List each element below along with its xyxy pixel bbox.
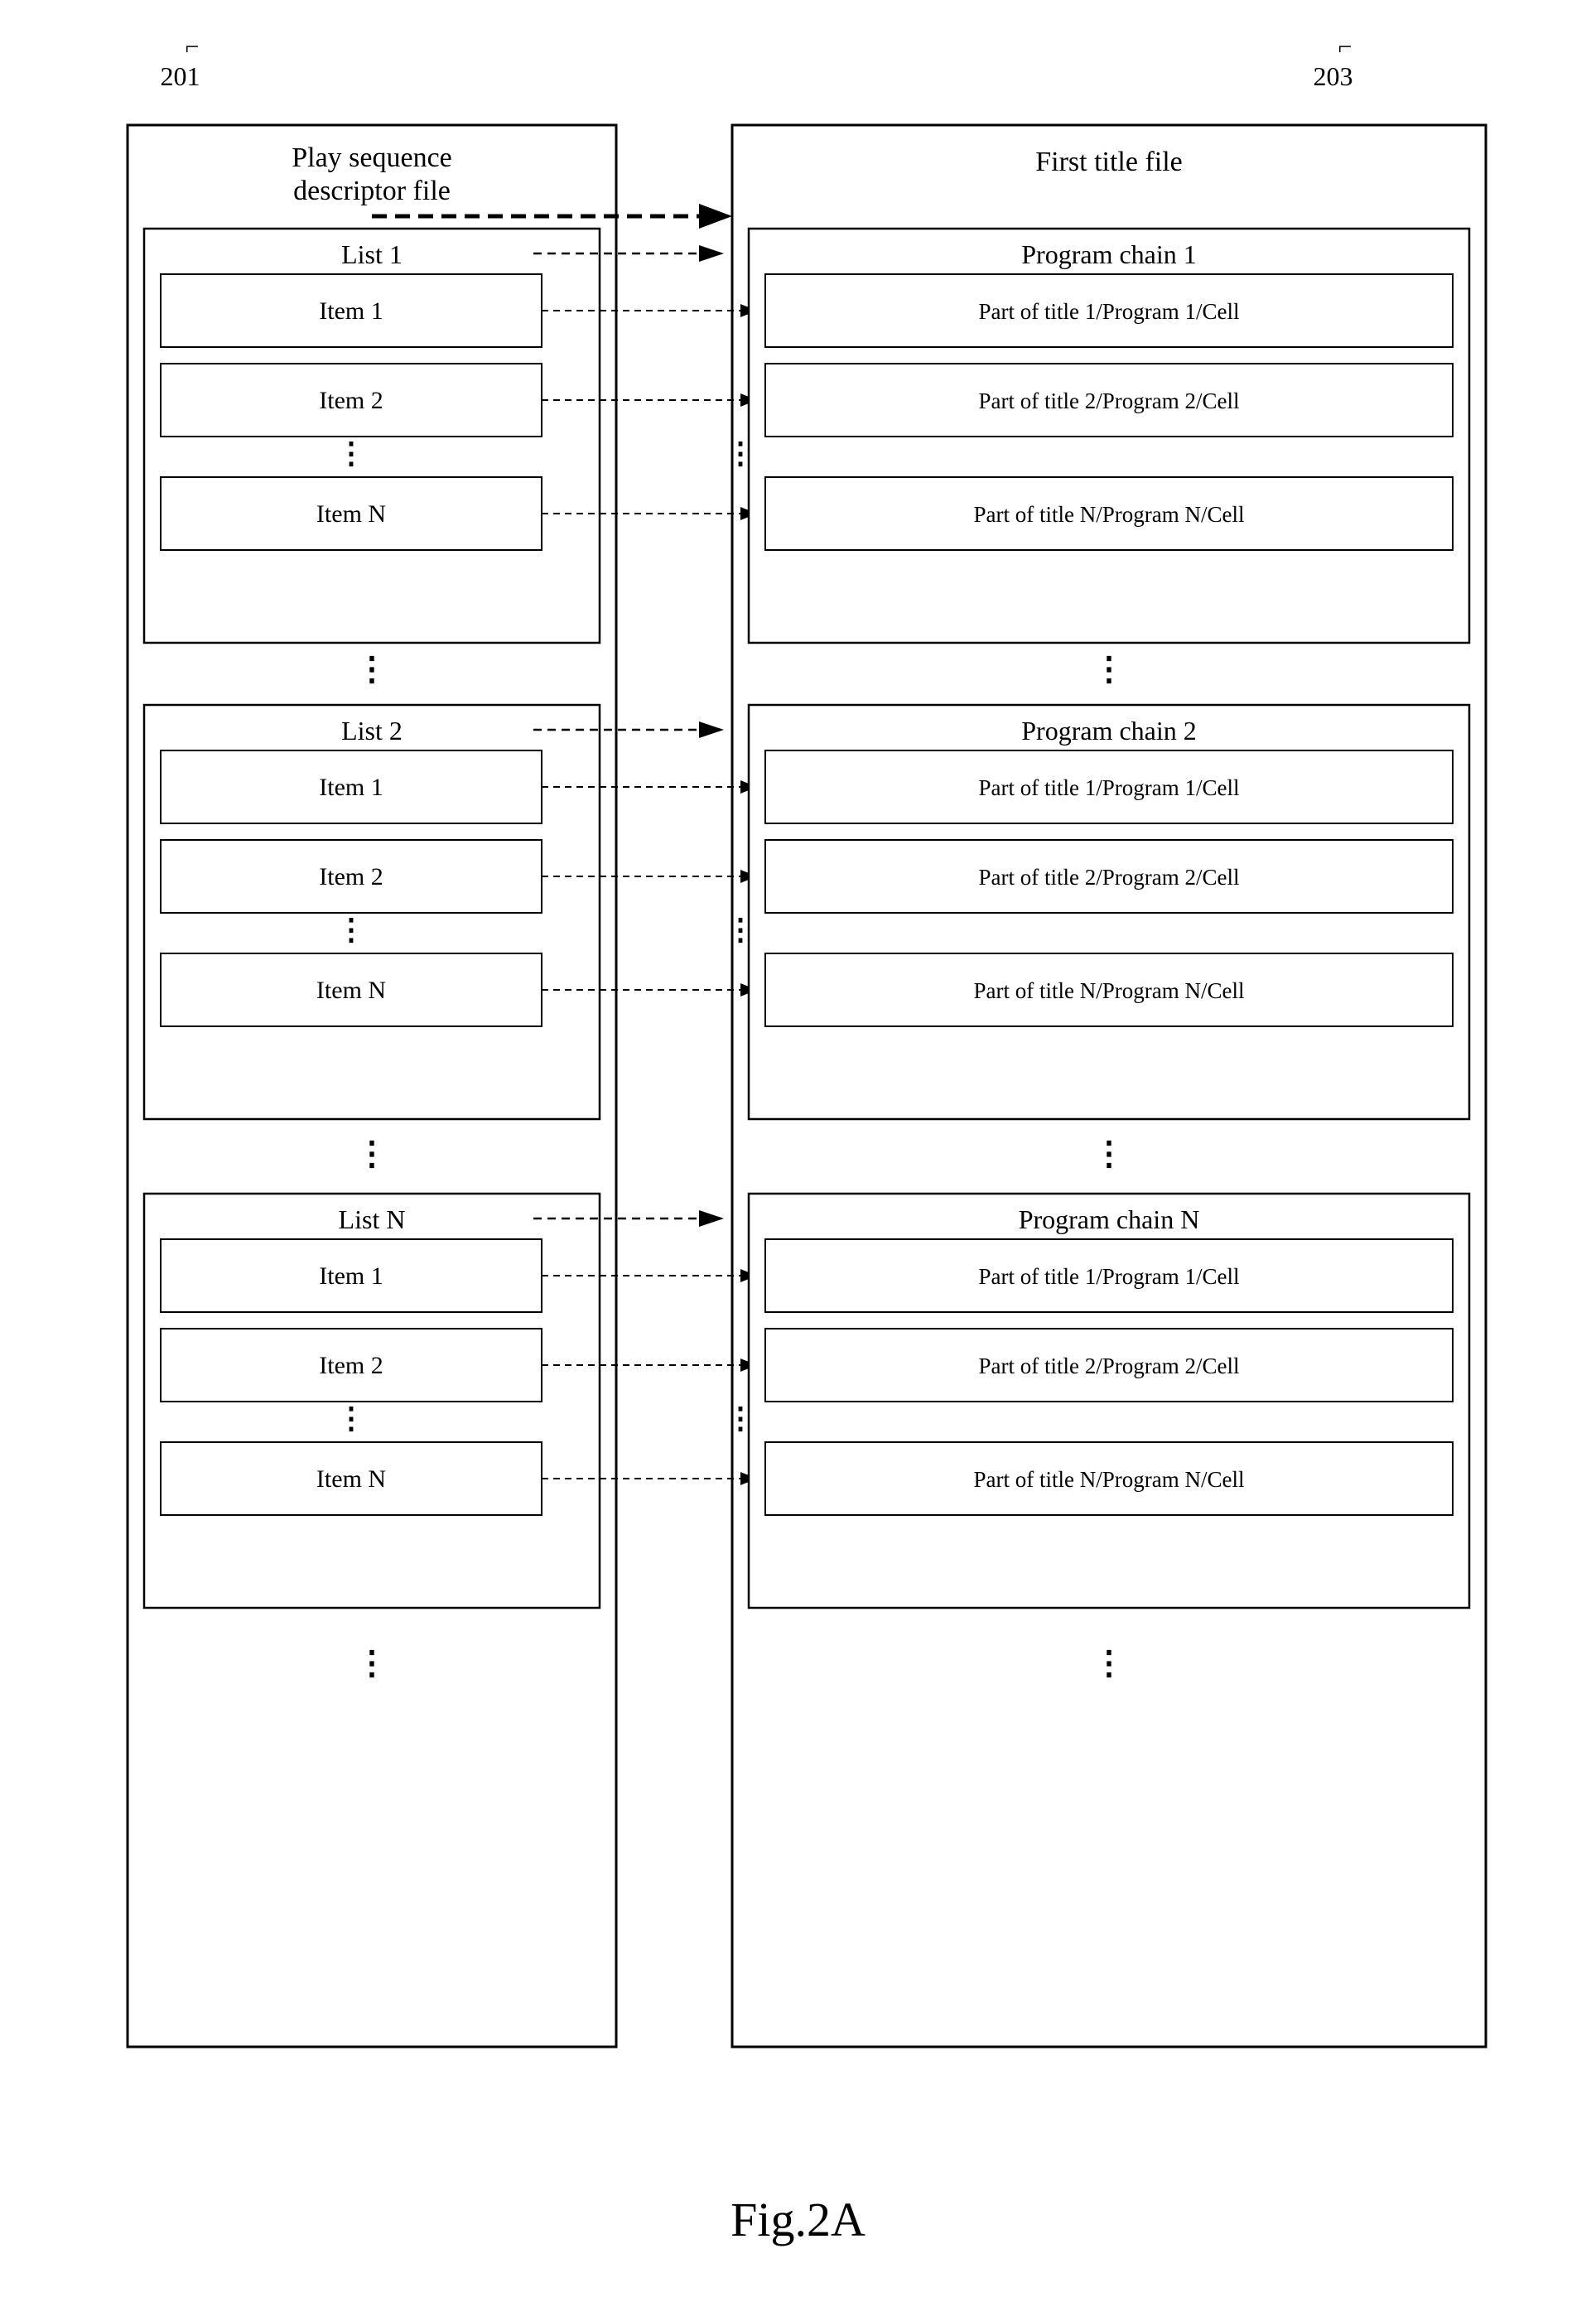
list1-itemN: Item N [316, 500, 385, 528]
pc2-title: Program chain 2 [1021, 716, 1197, 746]
pc2-item1: Part of title 1/Program 1/Cell [978, 775, 1239, 800]
main-diagram-svg: Play sequence descriptor file First titl… [94, 100, 1502, 2155]
ref-203-label: 203 [1314, 61, 1353, 92]
below-pcN-dots: ⋮ [1092, 1644, 1126, 1682]
list2-vdots: ⋮ [336, 913, 366, 946]
between-pc-dots2: ⋮ [1092, 1135, 1126, 1172]
pc1-itemN: Part of title N/Program N/Cell [973, 502, 1244, 527]
pcN-title: Program chain N [1018, 1204, 1199, 1234]
between-lists-dots2: ⋮ [355, 1135, 388, 1172]
list1-vdots: ⋮ [336, 437, 366, 470]
diagram-container: ⌐ 201 ⌐ 203 Play sequence descriptor fil… [94, 33, 1502, 2247]
pcN-itemN: Part of title N/Program N/Cell [973, 1467, 1244, 1492]
listN-vdots: ⋮ [336, 1402, 366, 1435]
listN-title: List N [338, 1204, 405, 1234]
list1-item2: Item 2 [319, 387, 383, 414]
below-listN-dots: ⋮ [355, 1644, 388, 1682]
listN-item2: Item 2 [319, 1352, 383, 1379]
list1-title: List 1 [341, 239, 403, 269]
between-pc-dots1: ⋮ [1092, 650, 1126, 688]
left-box-title-1: Play sequence [292, 142, 452, 173]
ref-203-bracket: ⌐ [1338, 33, 1353, 61]
fig-caption: Fig.2A [94, 2192, 1502, 2247]
list1-item1: Item 1 [319, 297, 383, 325]
pc2-item2: Part of title 2/Program 2/Cell [978, 865, 1239, 890]
pc1-title: Program chain 1 [1021, 239, 1197, 269]
list2-item2: Item 2 [319, 863, 383, 890]
main-arrow-head [699, 204, 732, 229]
listN-item1: Item 1 [319, 1262, 383, 1290]
list1-to-pc1-arrow [699, 245, 724, 262]
pc2-itemN: Part of title N/Program N/Cell [973, 978, 1244, 1003]
list2-itemN: Item N [316, 977, 385, 1004]
right-box-title: First title file [1035, 147, 1183, 177]
pcN-item2: Part of title 2/Program 2/Cell [978, 1354, 1239, 1378]
pc1-item1: Part of title 1/Program 1/Cell [978, 299, 1239, 324]
listN-itemN: Item N [316, 1465, 385, 1493]
pcN-item1: Part of title 1/Program 1/Cell [978, 1264, 1239, 1289]
left-box-title-2: descriptor file [293, 176, 451, 206]
ref-201-bracket: ⌐ [186, 33, 200, 61]
pc1-item2: Part of title 2/Program 2/Cell [978, 388, 1239, 413]
list2-to-pc2-arrow [699, 721, 724, 738]
between-lists-dots1: ⋮ [355, 650, 388, 688]
listN-to-pcN-arrow [699, 1210, 724, 1227]
list2-item1: Item 1 [319, 774, 383, 801]
ref-201-label: 201 [161, 61, 200, 92]
list2-title: List 2 [341, 716, 403, 746]
